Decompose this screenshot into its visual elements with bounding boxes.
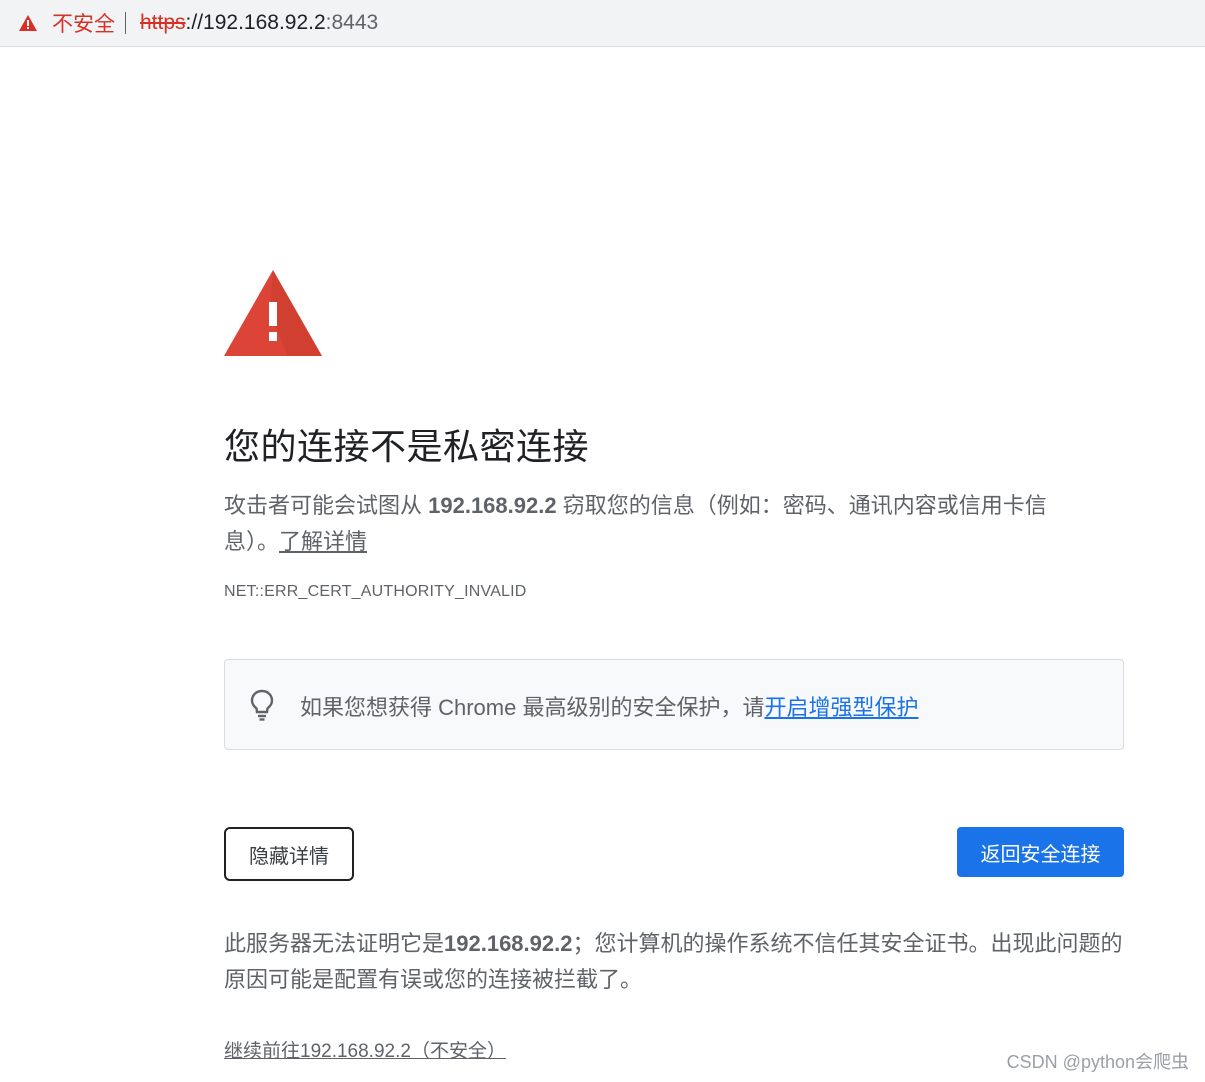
security-label[interactable]: 不安全: [52, 8, 115, 38]
enhanced-protection-link[interactable]: 开启增强型保护: [764, 695, 918, 720]
warning-triangle-icon: [224, 270, 322, 356]
explanation-prefix: 攻击者可能会试图从: [224, 493, 429, 518]
enhanced-protection-promo: 如果您想获得 Chrome 最高级别的安全保护，请开启增强型保护: [224, 659, 1124, 750]
explanation-host: 192.168.92.2: [428, 493, 557, 518]
lightbulb-icon: [250, 689, 274, 721]
error-code: NET::ERR_CERT_AUTHORITY_INVALID: [224, 583, 527, 600]
learn-more-link[interactable]: 了解详情: [279, 529, 367, 554]
back-to-safety-button[interactable]: 返回安全连接: [957, 827, 1124, 877]
address-bar[interactable]: 不安全 https://192.168.92.2:8443: [0, 0, 1205, 47]
warning-triangle-icon[interactable]: [18, 14, 38, 32]
url-separator: ://: [185, 11, 204, 34]
url-scheme: https: [140, 11, 186, 34]
url-host: 192.168.92.2: [203, 11, 326, 34]
promo-text: 如果您想获得 Chrome 最高级别的安全保护，请开启增强型保护: [300, 690, 919, 722]
url-port: :8443: [325, 11, 379, 34]
divider: [125, 12, 126, 34]
watermark: CSDN @python会爬虫: [1006, 1052, 1189, 1072]
main-heading: 您的连接不是私密连接: [224, 426, 590, 467]
proceed-unsafe-link[interactable]: 继续前往192.168.92.2（不安全）: [224, 1036, 506, 1063]
explanation-paragraph: 攻击者可能会试图从 192.168.92.2 窃取您的信息（例如：密码、通讯内容…: [224, 488, 1084, 560]
details-paragraph: 此服务器无法证明它是192.168.92.2；您计算机的操作系统不信任其安全证书…: [224, 926, 1134, 998]
omnibox[interactable]: 不安全 https://192.168.92.2:8443: [6, 4, 1205, 42]
details-prefix: 此服务器无法证明它是: [224, 931, 445, 956]
promo-message: 如果您想获得 Chrome 最高级别的安全保护，请: [300, 695, 765, 720]
hide-details-button[interactable]: 隐藏详情: [224, 827, 354, 881]
details-host: 192.168.92.2: [444, 931, 573, 956]
